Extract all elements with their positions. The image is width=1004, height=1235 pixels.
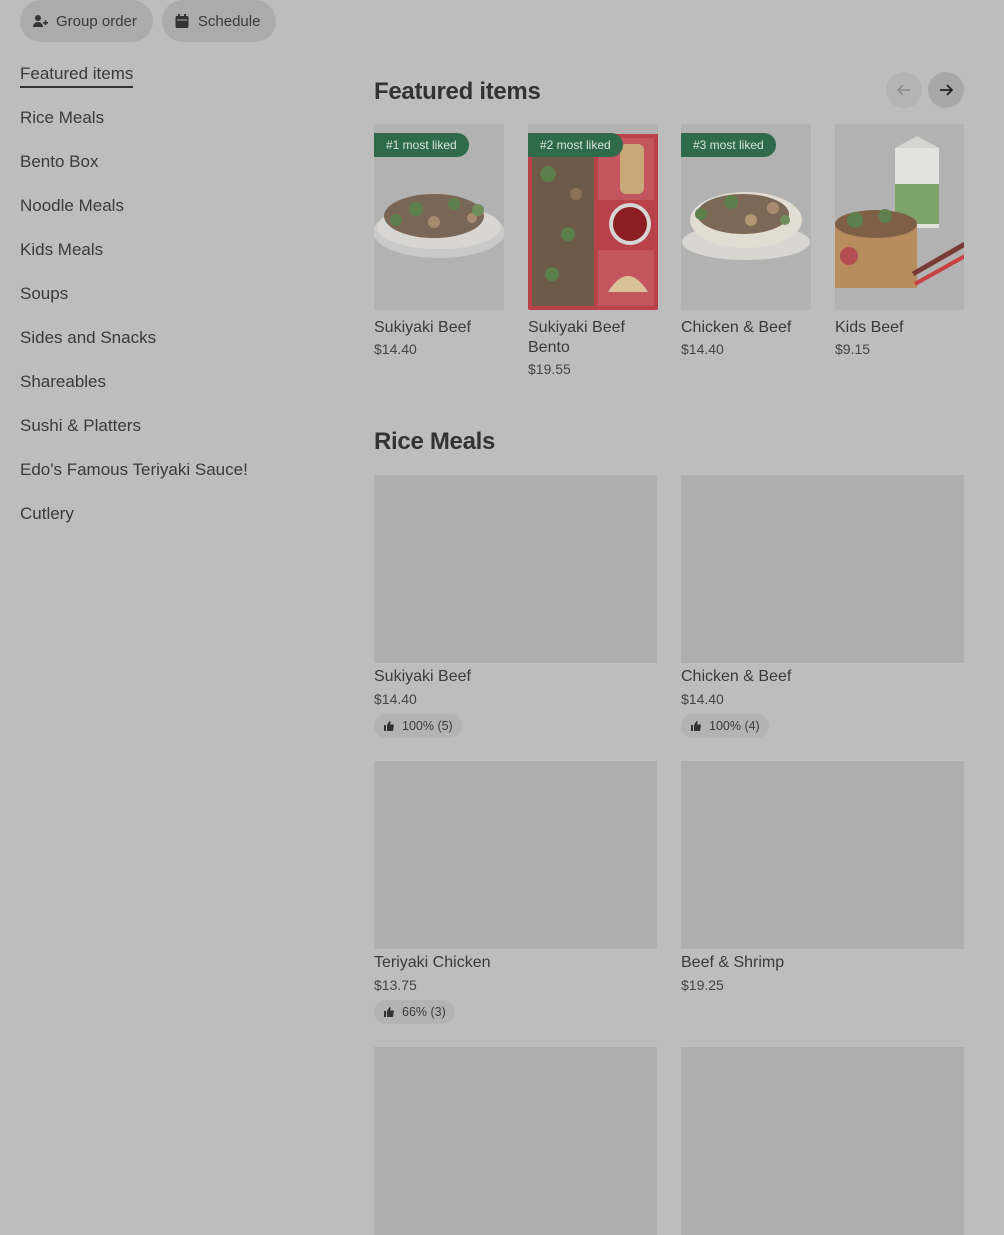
featured-header: Featured items [374,70,964,114]
sidebar-item-label: Featured items [20,64,134,88]
sidebar-item-noodle-meals[interactable]: Noodle Meals [20,196,320,240]
most-liked-badge: #2 most liked [528,133,623,157]
arrow-right-icon [940,84,954,96]
item-price: $13.75 [374,977,417,993]
menu-item-card[interactable] [374,1047,657,1235]
most-liked-badge: #1 most liked [374,133,469,157]
menu-item-card[interactable]: Chicken & Beef $14.40 100% (4) [681,475,964,738]
sidebar-item-sushi-platters[interactable]: Sushi & Platters [20,416,320,460]
most-liked-badge: #3 most liked [681,133,776,157]
calendar-icon [175,14,189,28]
sidebar-item-bento-box[interactable]: Bento Box [20,152,320,196]
item-image-placeholder [374,761,657,949]
item-name: Beef & Shrimp [681,954,785,971]
item-name: Sukiyaki Beef [374,668,471,685]
item-price: $14.40 [374,341,417,357]
carousel-controls [886,72,964,108]
arrow-left-icon [896,84,910,96]
rating-badge: 100% (5) [374,714,462,738]
food-image: #2 most liked [528,124,658,310]
sidebar-item-rice-meals[interactable]: Rice Meals [20,108,320,152]
item-price: $19.55 [528,361,571,377]
thumbs-up-icon [384,721,394,731]
sidebar-item-label: Sides and Snacks [20,328,157,347]
sidebar-item-sides-and-snacks[interactable]: Sides and Snacks [20,328,320,372]
menu-category-nav: Featured items Rice Meals Bento Box Nood… [20,64,320,548]
group-order-button[interactable]: Group order [20,0,153,42]
add-person-icon [33,15,48,27]
food-image [835,124,964,310]
sidebar-item-label: Edo's Famous Teriyaki Sauce! [20,460,248,479]
sidebar-item-cutlery[interactable]: Cutlery [20,504,320,548]
item-image-placeholder [374,1047,657,1235]
rating-text: 100% (5) [402,719,453,733]
thumbs-up-icon [384,1007,394,1017]
item-name: Chicken & Beef [681,668,792,685]
sidebar-item-shareables[interactable]: Shareables [20,372,320,416]
sidebar-item-kids-meals[interactable]: Kids Meals [20,240,320,284]
sidebar-item-label: Soups [20,284,69,303]
food-image: #1 most liked [374,124,504,310]
sidebar-item-label: Cutlery [20,504,74,523]
sidebar-item-label: Rice Meals [20,108,105,127]
item-name: Teriyaki Chicken [374,954,491,971]
item-name: Sukiyaki Beef [374,319,471,336]
carousel-prev-button[interactable] [886,72,922,108]
item-price: $9.15 [835,341,871,357]
schedule-label: Schedule [197,12,261,30]
menu-content: Featured items #1 most liked Sukiyaki Be… [374,70,964,1235]
kids-meal-image [835,136,964,288]
menu-item-card[interactable]: Teriyaki Chicken $13.75 66% (3) [374,761,657,1024]
featured-item-card[interactable]: Kids Beef $9.15 [835,124,964,357]
featured-item-card[interactable]: #1 most liked Sukiyaki Beef $14.40 [374,124,504,357]
rice-meals-section-title: Rice Meals [374,428,496,455]
sidebar-item-soups[interactable]: Soups [20,284,320,328]
sidebar-item-teriyaki-sauce[interactable]: Edo's Famous Teriyaki Sauce! [20,460,320,504]
menu-item-card[interactable]: Sukiyaki Beef $14.40 100% (5) [374,475,657,738]
sidebar-item-label: Noodle Meals [20,196,124,215]
group-order-label: Group order [56,12,137,30]
sidebar-item-label: Shareables [20,372,107,391]
item-image-placeholder [374,475,657,663]
sidebar-item-featured-items[interactable]: Featured items [20,64,320,108]
item-price: $14.40 [681,691,724,707]
item-image-placeholder [681,1047,964,1235]
sidebar-item-label: Sushi & Platters [20,416,141,435]
menu-item-card[interactable] [681,1047,964,1235]
featured-section-title: Featured items [374,78,541,105]
featured-item-card[interactable]: #2 most liked Sukiyaki Beef Bento $19.55 [528,124,658,377]
order-options-bar: Group order Schedule [20,0,277,42]
rating-badge: 100% (4) [681,714,769,738]
schedule-button[interactable]: Schedule [161,0,277,42]
item-name: Kids Beef [835,319,904,336]
item-image-placeholder [681,475,964,663]
item-price: $14.40 [374,691,417,707]
featured-carousel: #1 most liked Sukiyaki Beef $14.40 #2 mo… [374,124,964,394]
rating-text: 100% (4) [709,719,760,733]
item-price: $19.25 [681,977,724,993]
item-name: Sukiyaki Beef Bento [528,319,625,356]
thumbs-up-icon [691,721,701,731]
food-image: #3 most liked [681,124,811,310]
featured-item-card[interactable]: #3 most liked Chicken & Beef $14.40 [681,124,811,357]
menu-item-card[interactable]: Beef & Shrimp $19.25 [681,761,964,992]
carousel-next-button[interactable] [928,72,964,108]
sidebar-item-label: Kids Meals [20,240,104,259]
item-name: Chicken & Beef [681,319,792,336]
item-image-placeholder [681,761,964,949]
rating-text: 66% (3) [402,1005,446,1019]
item-price: $14.40 [681,341,724,357]
sidebar-item-label: Bento Box [20,152,99,171]
rating-badge: 66% (3) [374,1000,455,1024]
